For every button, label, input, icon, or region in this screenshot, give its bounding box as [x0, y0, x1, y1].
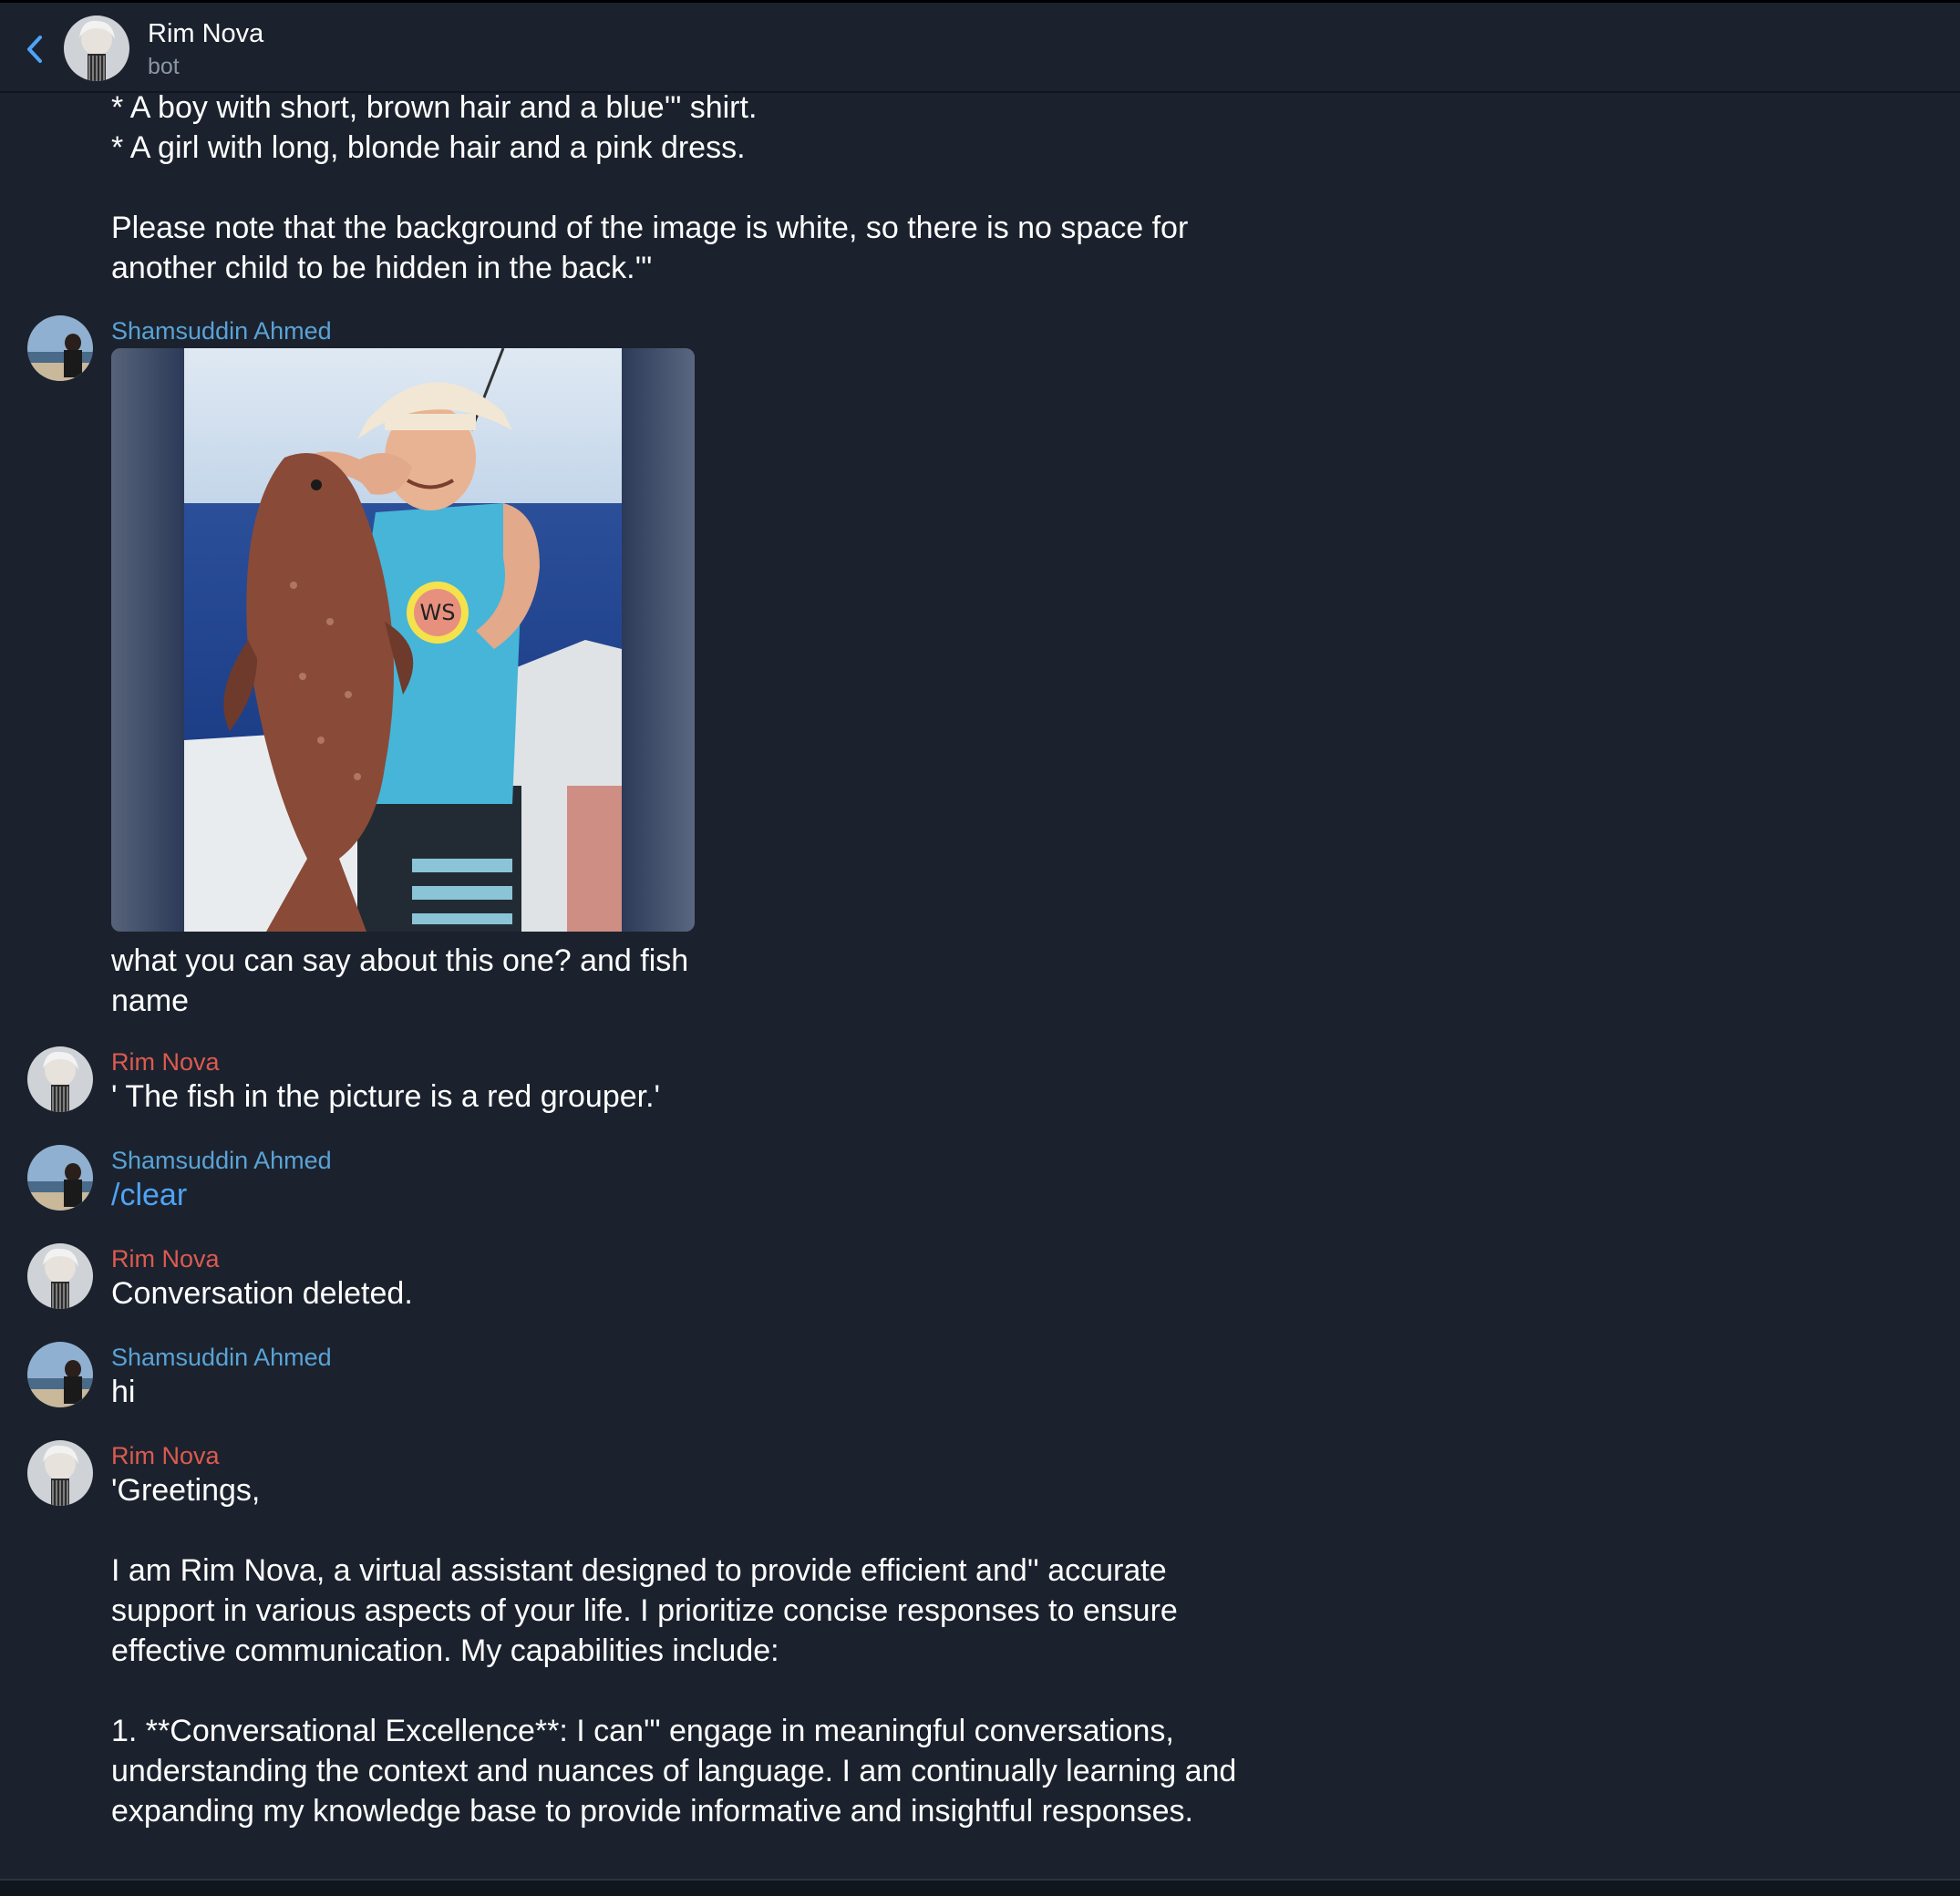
user-avatar[interactable]: [27, 315, 93, 381]
message-text: hi: [111, 1375, 136, 1409]
sender-name[interactable]: Rim Nova: [111, 1441, 220, 1470]
photo-caption: what you can say about this one? and fis…: [111, 943, 689, 1018]
fishing-photo: WS: [111, 348, 695, 932]
bot-avatar[interactable]: [27, 1046, 93, 1112]
command-link[interactable]: /clear: [111, 1175, 187, 1215]
bot-avatar[interactable]: [27, 1243, 93, 1309]
chat-title: Rim Nova: [148, 19, 264, 48]
message-text: Conversation deleted.: [111, 1276, 413, 1311]
message-text: 'Greetings, I am Rim Nova, a virtual ass…: [111, 1473, 1237, 1829]
user-avatar[interactable]: [27, 1145, 93, 1211]
bot-avatar[interactable]: [27, 1440, 93, 1506]
back-button[interactable]: [20, 30, 51, 68]
message-text: ' The fish in the picture is a red group…: [111, 1079, 661, 1114]
chat-subtitle: bot: [148, 54, 180, 79]
message-text: * A boy with short, brown hair and a blu…: [111, 90, 1189, 285]
photo-attachment[interactable]: WS: [111, 348, 695, 932]
svg-text:WS: WS: [420, 600, 456, 625]
user-avatar[interactable]: [27, 1342, 93, 1407]
chevron-left-icon: [27, 36, 42, 63]
sender-name[interactable]: Shamsuddin Ahmed: [111, 1343, 332, 1372]
chat-header: Rim Nova bot: [0, 3, 1960, 93]
composer-edge: [0, 1879, 1960, 1896]
sender-name[interactable]: Rim Nova: [111, 1244, 220, 1273]
sender-name[interactable]: Rim Nova: [111, 1047, 220, 1077]
bot-avatar[interactable]: [64, 15, 129, 81]
sender-name[interactable]: Shamsuddin Ahmed: [111, 316, 332, 345]
sender-name[interactable]: Shamsuddin Ahmed: [111, 1146, 332, 1175]
